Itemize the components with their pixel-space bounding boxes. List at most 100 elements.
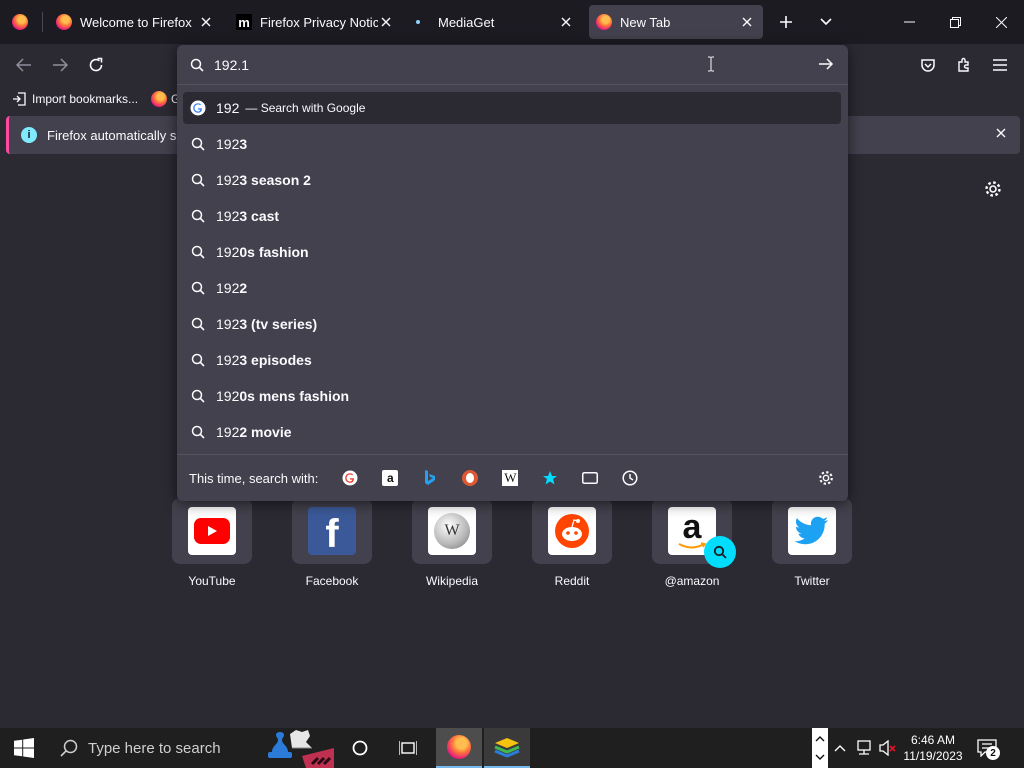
new-tab-button[interactable] (771, 7, 801, 37)
tab-new-tab[interactable]: New Tab (589, 5, 763, 39)
volume-muted-icon[interactable] (878, 728, 898, 768)
pocket-icon[interactable] (913, 50, 943, 80)
show-hidden-icons-button[interactable] (832, 728, 848, 768)
urlbar-input-row (177, 45, 848, 85)
search-icon (190, 208, 206, 224)
action-center-button[interactable]: 2 (972, 728, 1002, 768)
taskbar-firefox-button[interactable] (436, 728, 482, 768)
import-bookmarks-button[interactable]: Import bookmarks... (12, 90, 138, 108)
search-suggestion-row[interactable]: 192 0s fashion (183, 236, 841, 268)
top-site-twitter[interactable]: Twitter (772, 498, 852, 588)
tab-mediaget[interactable]: MediaGet (410, 0, 582, 44)
google-icon (190, 100, 206, 116)
chess-app-icon[interactable] (258, 728, 338, 768)
extensions-puzzle-icon[interactable] (949, 50, 979, 80)
urlbar-input[interactable] (214, 56, 774, 73)
bookmark-item[interactable]: G (151, 90, 180, 108)
search-suggestion-row[interactable]: 192 3 (183, 128, 841, 160)
taskbar-scroll-arrows[interactable] (812, 728, 828, 768)
notification-text: Firefox automatically sen (47, 127, 191, 143)
search-suggestion-row[interactable]: 192 3 season 2 (183, 164, 841, 196)
taskbar-search-placeholder: Type here to search (88, 739, 221, 757)
taskbar-bluestacks-button[interactable] (484, 728, 530, 768)
suggestion-prefix: 192 (216, 424, 240, 440)
top-site-amazon[interactable]: a @amazon (652, 498, 736, 588)
engine-duckduckgo-icon[interactable] (450, 463, 490, 493)
suggestion-completion: 0s fashion (239, 244, 309, 260)
text-cursor-icon (707, 56, 715, 72)
close-icon[interactable] (558, 14, 574, 30)
tab-title: Welcome to Firefox (80, 14, 192, 30)
suggestion-completion: 3 episodes (239, 352, 312, 368)
close-window-button[interactable] (978, 0, 1024, 44)
firefox-icon (56, 14, 72, 30)
suggestion-completion: 0s mens fashion (239, 388, 350, 404)
hamburger-menu-icon[interactable] (985, 50, 1015, 80)
close-icon[interactable] (378, 14, 394, 30)
facebook-icon: f (308, 507, 356, 556)
restore-button[interactable] (932, 0, 978, 44)
cortana-circle-icon (352, 740, 368, 756)
personalize-gear-icon[interactable] (984, 180, 1002, 198)
history-clock-icon[interactable] (610, 463, 650, 493)
youtube-icon (188, 507, 236, 555)
oneoff-label: This time, search with: (189, 470, 319, 486)
search-suggestion-row[interactable]: 192 2 (183, 272, 841, 304)
firefox-icon (151, 91, 167, 107)
search-icon (190, 352, 206, 368)
engine-bing-icon[interactable] (410, 463, 450, 493)
tab-title: New Tab (620, 14, 671, 30)
forward-button[interactable] (45, 50, 75, 80)
tab-privacy-notice[interactable]: m Firefox Privacy Notice — (230, 0, 402, 44)
tabs-icon[interactable] (570, 463, 610, 493)
close-icon[interactable] (739, 14, 755, 30)
close-icon[interactable] (198, 14, 214, 30)
engine-amazon-icon[interactable]: a (370, 463, 410, 493)
minimize-button[interactable] (886, 0, 932, 44)
clock[interactable]: 6:46 AM 11/19/2023 (902, 728, 964, 768)
suggestion-search-with-google[interactable]: 192 — Search with Google (183, 92, 841, 124)
import-icon (13, 92, 26, 106)
search-settings-gear-icon[interactable] (818, 470, 834, 486)
task-view-icon (399, 741, 417, 755)
search-suggestion-row[interactable]: 192 3 (tv series) (183, 308, 841, 340)
top-site-facebook[interactable]: f Facebook (292, 498, 372, 588)
tile-label: @amazon (664, 574, 720, 588)
twitter-icon (788, 507, 836, 555)
taskbar-search-box[interactable]: Type here to search (48, 728, 248, 768)
start-button[interactable] (0, 728, 48, 768)
top-site-wikipedia[interactable]: W Wikipedia (412, 498, 492, 588)
list-all-tabs-button[interactable] (811, 7, 841, 37)
close-notification-icon[interactable] (996, 128, 1006, 138)
search-shortcut-badge-icon (704, 536, 736, 568)
firefox-icon (596, 14, 612, 30)
suggestion-completion: 3 (239, 136, 248, 152)
search-suggestion-row[interactable]: 192 2 movie (183, 416, 841, 448)
suggestion-prefix: 192 (216, 136, 240, 152)
bookmarks-star-icon[interactable] (530, 463, 570, 493)
search-icon (190, 280, 206, 296)
info-icon: i (21, 127, 37, 143)
reload-button[interactable] (81, 50, 111, 80)
one-off-search-bar: This time, search with: a W (177, 454, 848, 501)
tab-title: MediaGet (438, 14, 495, 30)
firefox-menu-icon[interactable] (12, 14, 28, 30)
network-icon[interactable] (854, 728, 874, 768)
suggestion-text: 192 (216, 100, 240, 116)
search-suggestion-row[interactable]: 192 3 episodes (183, 344, 841, 376)
task-view-button[interactable] (388, 728, 428, 768)
cortana-button[interactable] (340, 728, 380, 768)
engine-google-icon[interactable] (330, 463, 370, 493)
top-site-reddit[interactable]: Reddit (532, 498, 612, 588)
top-site-youtube[interactable]: YouTube (172, 498, 252, 588)
suggestion-prefix: 192 (216, 280, 240, 296)
notification-count-badge: 2 (986, 746, 1000, 760)
search-suggestion-row[interactable]: 192 0s mens fashion (183, 380, 841, 412)
engine-wikipedia-icon[interactable]: W (490, 463, 530, 493)
search-suggestion-row[interactable]: 192 3 cast (183, 200, 841, 232)
back-button[interactable] (9, 50, 39, 80)
suggestion-prefix: 192 (216, 208, 240, 224)
tab-welcome[interactable]: Welcome to Firefox (50, 0, 222, 44)
wikipedia-icon: W (428, 507, 476, 555)
go-arrow-icon[interactable] (818, 57, 834, 71)
